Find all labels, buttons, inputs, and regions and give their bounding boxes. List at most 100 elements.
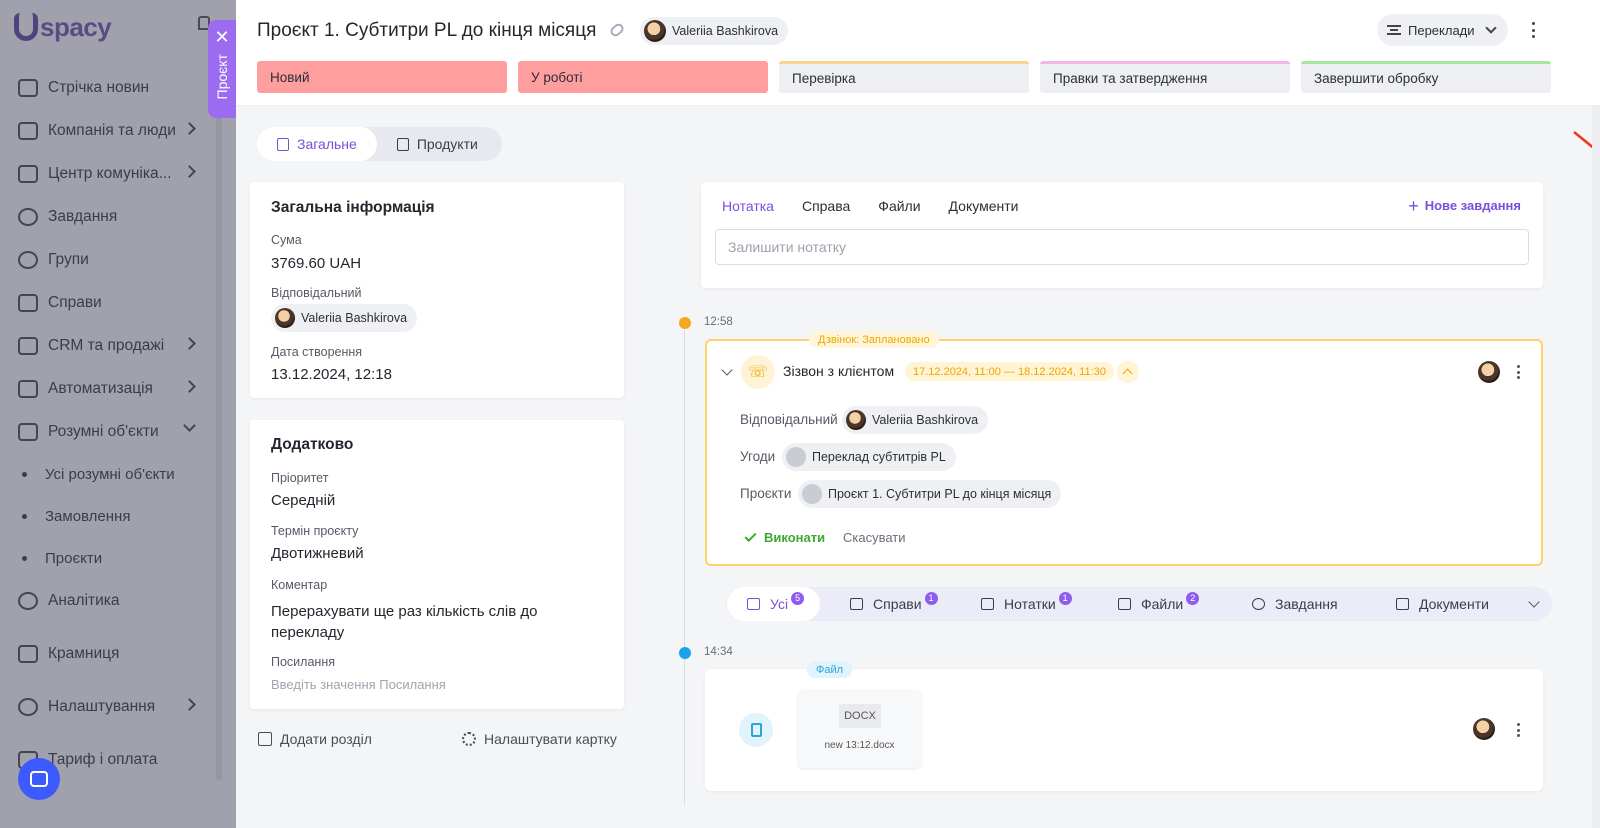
stage-new[interactable]: Новий — [257, 61, 507, 93]
sum-value[interactable]: 3769.60 UAH — [271, 255, 361, 272]
gear-icon — [462, 732, 476, 746]
owner-chip[interactable]: Valeriia Bashkirova — [640, 17, 789, 45]
filter-label: Документи — [1419, 596, 1489, 612]
responsible-label: Відповідальний — [740, 412, 838, 427]
avatar[interactable] — [1473, 718, 1495, 740]
sum-label: Сума — [271, 233, 302, 247]
check-icon — [744, 529, 757, 543]
filter-notes[interactable]: Нотатки 1 — [981, 587, 1072, 621]
project-chip[interactable]: Проєкт 1. Субтитри PL до кінця місяця — [798, 480, 1062, 508]
created-label: Дата створення — [271, 345, 363, 359]
avatar[interactable] — [1478, 361, 1500, 383]
file-thumbnail[interactable]: DOCX new 13:12.docx — [798, 690, 921, 768]
more-menu-icon[interactable] — [1517, 365, 1521, 379]
overlay-backdrop[interactable] — [0, 0, 240, 828]
new-task-button[interactable]: + Нове завдання — [1408, 197, 1521, 215]
complete-button[interactable]: Виконати — [744, 529, 825, 545]
more-menu-icon[interactable] — [1517, 723, 1521, 737]
chevron-down-icon[interactable] — [721, 364, 733, 376]
tab-products[interactable]: Продукти — [377, 127, 498, 161]
panel-header: Проєкт 1. Субтитри PL до кінця місяця Va… — [236, 0, 1600, 106]
responsible-chip[interactable]: Valeriia Bashkirova — [842, 406, 989, 434]
support-chat-button[interactable] — [18, 758, 60, 800]
project-side-tab-label: Проєкт — [214, 54, 230, 100]
term-label: Термін проєкту — [271, 524, 359, 538]
add-section-button[interactable]: Додати розділ — [258, 731, 372, 747]
note-input[interactable] — [715, 229, 1529, 265]
filter-documents[interactable]: Документи — [1396, 587, 1489, 621]
link-field[interactable]: Введіть значення Посилання — [271, 677, 446, 692]
filter-label: Справи — [873, 596, 922, 612]
created-value: 13.12.2024, 12:18 — [271, 366, 392, 383]
stage-approval[interactable]: Правки та затвердження — [1040, 61, 1290, 93]
comment-value[interactable]: Перерахувати ще раз кількість слів до пе… — [271, 601, 571, 643]
box-icon — [396, 137, 409, 151]
activity-filter-bar: Усі 5 Справи 1 Нотатки 1 Файли 2 Завдання До… — [726, 587, 1552, 621]
priority-value[interactable]: Середній — [271, 492, 335, 509]
chat-icon — [30, 771, 48, 787]
link-icon[interactable] — [608, 21, 626, 39]
card-title: Загальна інформація — [271, 199, 435, 216]
project-side-tab[interactable]: ✕ Проєкт — [208, 20, 236, 118]
avatar — [846, 410, 866, 430]
responsible-chip[interactable]: Valeriia Bashkirova — [271, 304, 418, 332]
more-menu-icon[interactable] — [1532, 22, 1536, 38]
filter-icon — [1387, 25, 1401, 35]
panel-scrollbar[interactable] — [1592, 106, 1600, 828]
stage-in-progress[interactable]: У роботі — [518, 61, 768, 93]
note-tabs: Нотатка Справа Файли Документи — [722, 198, 1018, 214]
list-icon — [747, 598, 760, 610]
call-activity-card: ☏ Зізвон з клієнтом 17.12.2024, 11:00 — … — [705, 339, 1543, 566]
filter-label: Усі — [770, 596, 789, 612]
call-title[interactable]: Зізвон з клієнтом — [783, 363, 894, 379]
stage-bar: Новий У роботі Перевірка Правки та затве… — [257, 61, 1551, 93]
filter-label: Файли — [1141, 596, 1184, 612]
project-panel: Проєкт 1. Субтитри PL до кінця місяця Va… — [236, 0, 1600, 828]
filter-label: Нотатки — [1004, 596, 1056, 612]
tab-general[interactable]: Загальне — [257, 127, 377, 161]
cancel-button[interactable]: Скасувати — [843, 530, 906, 545]
card-title: Додатково — [271, 436, 354, 453]
stage-review[interactable]: Перевірка — [779, 61, 1029, 93]
main-tabs: Загальне Продукти — [257, 127, 502, 161]
owner-name: Valeriia Bashkirova — [672, 24, 779, 38]
chevron-down-icon[interactable] — [1528, 596, 1540, 608]
comment-label: Коментар — [271, 578, 328, 592]
deal-chip[interactable]: Переклад субтитрів PL — [782, 443, 956, 471]
filter-tasks[interactable]: Завдання — [1252, 587, 1338, 621]
stage-finish[interactable]: Завершити обробку — [1301, 61, 1551, 93]
file-name: new 13:12.docx — [824, 740, 895, 751]
term-value[interactable]: Двотижневий — [271, 545, 364, 562]
tab-note[interactable]: Нотатка — [722, 198, 774, 214]
tab-label: Продукти — [416, 136, 478, 152]
projects-label: Проєкти — [740, 486, 792, 501]
deals-label: Угоди — [740, 449, 776, 464]
pipeline-select[interactable]: Переклади — [1377, 14, 1508, 46]
filter-all[interactable]: Усі 5 — [727, 587, 821, 621]
tab-files[interactable]: Файли — [878, 198, 920, 214]
file-activity-card: DOCX new 13:12.docx — [705, 669, 1543, 791]
project-icon — [802, 484, 822, 504]
note-card: Нотатка Справа Файли Документи + Нове зав… — [701, 182, 1543, 288]
count-badge: 1 — [924, 591, 938, 605]
configure-card-button[interactable]: Налаштувати картку — [462, 731, 617, 747]
additional-card: Додатково Пріоритет Середній Термін проє… — [250, 420, 624, 709]
add-section-label: Додати розділ — [280, 731, 372, 747]
configure-card-label: Налаштувати картку — [484, 731, 617, 747]
timeline-time: 12:58 — [704, 316, 733, 328]
sidebar: spacy Стрічка новин Компанія та люди Цен… — [0, 0, 240, 828]
filter-affairs[interactable]: Справи 1 — [850, 587, 938, 621]
avatar — [644, 20, 666, 42]
check-icon — [1252, 598, 1265, 610]
responsible-name: Valeriia Bashkirova — [872, 413, 979, 427]
filter-files[interactable]: Файли 2 — [1118, 587, 1200, 621]
page-title: Проєкт 1. Субтитри PL до кінця місяця — [257, 20, 597, 41]
tab-affair[interactable]: Справа — [802, 198, 850, 214]
close-icon[interactable]: ✕ — [214, 28, 229, 46]
file-icon — [1118, 598, 1131, 610]
tab-documents[interactable]: Документи — [949, 198, 1019, 214]
phone-icon: ☏ — [741, 355, 775, 389]
deal-name: Переклад субтитрів PL — [812, 450, 946, 464]
chevron-up-icon[interactable] — [1117, 361, 1139, 383]
timeline-dot — [679, 317, 691, 329]
